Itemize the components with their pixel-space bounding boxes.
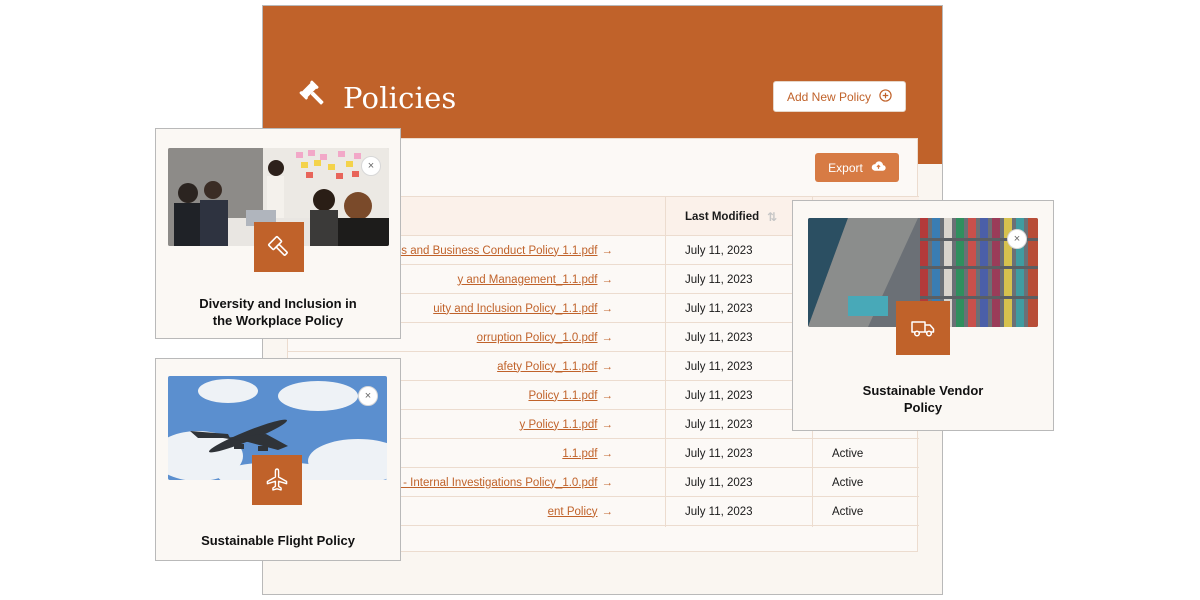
last-modified-cell: July 11, 2023	[685, 360, 753, 373]
close-button[interactable]: ×	[358, 386, 378, 406]
vendor-policy-card[interactable]: × Sustainable Vendor Policy	[792, 200, 1054, 431]
airplane-icon	[252, 455, 302, 505]
page-title: Policies	[343, 80, 457, 115]
close-button[interactable]: ×	[1007, 229, 1027, 249]
status-cell: Active	[832, 476, 864, 489]
last-modified-cell: July 11, 2023	[685, 331, 753, 344]
close-button[interactable]: ×	[361, 156, 381, 176]
close-icon: ×	[1013, 233, 1021, 245]
last-modified-cell: July 11, 2023	[685, 418, 753, 431]
last-modified-cell: July 11, 2023	[685, 389, 753, 402]
policy-file-link[interactable]: Policy 1.1.pdf	[528, 390, 597, 402]
arrow-right-icon[interactable]: →	[602, 303, 614, 315]
add-new-policy-label: Add New Policy	[786, 89, 872, 104]
diversity-policy-card[interactable]: × Diversity and Inclusion in the Workpla…	[155, 128, 401, 339]
card-title-line: Policy	[903, 400, 943, 415]
arrow-right-icon[interactable]: →	[602, 390, 614, 402]
arrow-right-icon[interactable]: →	[602, 361, 614, 373]
gavel-icon	[254, 222, 304, 272]
policy-file-link[interactable]: er - Internal Investigations Policy_1.0.…	[390, 477, 598, 489]
add-new-policy-button[interactable]: Add New Policy	[773, 81, 906, 112]
policy-file-link[interactable]: ics and Business Conduct Policy 1.1.pdf	[393, 245, 598, 257]
last-modified-header[interactable]: Last Modified ⇅	[685, 197, 777, 237]
status-cell: Active	[832, 447, 864, 460]
last-modified-cell: July 11, 2023	[685, 302, 753, 315]
card-title-line: Sustainable Vendor	[862, 383, 984, 398]
arrow-right-icon[interactable]: →	[602, 506, 614, 518]
page-header: Policies	[299, 80, 457, 115]
card-title-line: Diversity and Inclusion in	[199, 296, 357, 311]
arrow-right-icon[interactable]: →	[602, 245, 614, 257]
card-title: Diversity and Inclusion in the Workplace…	[156, 295, 400, 329]
last-modified-cell: July 11, 2023	[685, 476, 753, 489]
status-cell: Active	[832, 505, 864, 518]
arrow-right-icon[interactable]: →	[602, 419, 614, 431]
last-modified-cell: July 11, 2023	[685, 244, 753, 257]
arrow-right-icon[interactable]: →	[602, 332, 614, 344]
policy-file-link[interactable]: afety Policy_1.1.pdf	[497, 361, 597, 373]
policy-file-link[interactable]: 1.1.pdf	[562, 448, 597, 460]
gavel-icon	[299, 80, 329, 115]
cloud-upload-icon	[871, 160, 886, 175]
last-modified-cell: July 11, 2023	[685, 447, 753, 460]
policy-file-link[interactable]: ent Policy	[548, 506, 598, 518]
policy-file-link[interactable]: y and Management_1.1.pdf	[457, 274, 597, 286]
policy-file-link[interactable]: orruption Policy_1.0.pdf	[477, 332, 598, 344]
plus-circle-icon	[879, 88, 892, 105]
export-button[interactable]: Export	[815, 153, 899, 182]
last-modified-label: Last Modified	[685, 211, 760, 223]
last-modified-cell: July 11, 2023	[685, 273, 753, 286]
close-icon: ×	[367, 160, 375, 172]
truck-icon	[896, 301, 950, 355]
card-title-line: the Workplace Policy	[212, 313, 344, 328]
arrow-right-icon[interactable]: →	[602, 448, 614, 460]
sort-icon[interactable]: ⇅	[767, 210, 777, 224]
close-icon: ×	[364, 390, 372, 402]
export-label: Export	[828, 160, 863, 175]
card-title: Sustainable Flight Policy	[201, 533, 355, 548]
last-modified-cell: July 11, 2023	[685, 505, 753, 518]
policy-file-link[interactable]: y Policy 1.1.pdf	[520, 419, 598, 431]
card-title: Sustainable Vendor Policy	[793, 382, 1053, 416]
policy-file-link[interactable]: uity and Inclusion Policy_1.1.pdf	[433, 303, 597, 315]
arrow-right-icon[interactable]: →	[602, 477, 614, 489]
arrow-right-icon[interactable]: →	[602, 274, 614, 286]
flight-policy-card[interactable]: × Sustainable Flight Policy	[155, 358, 401, 561]
